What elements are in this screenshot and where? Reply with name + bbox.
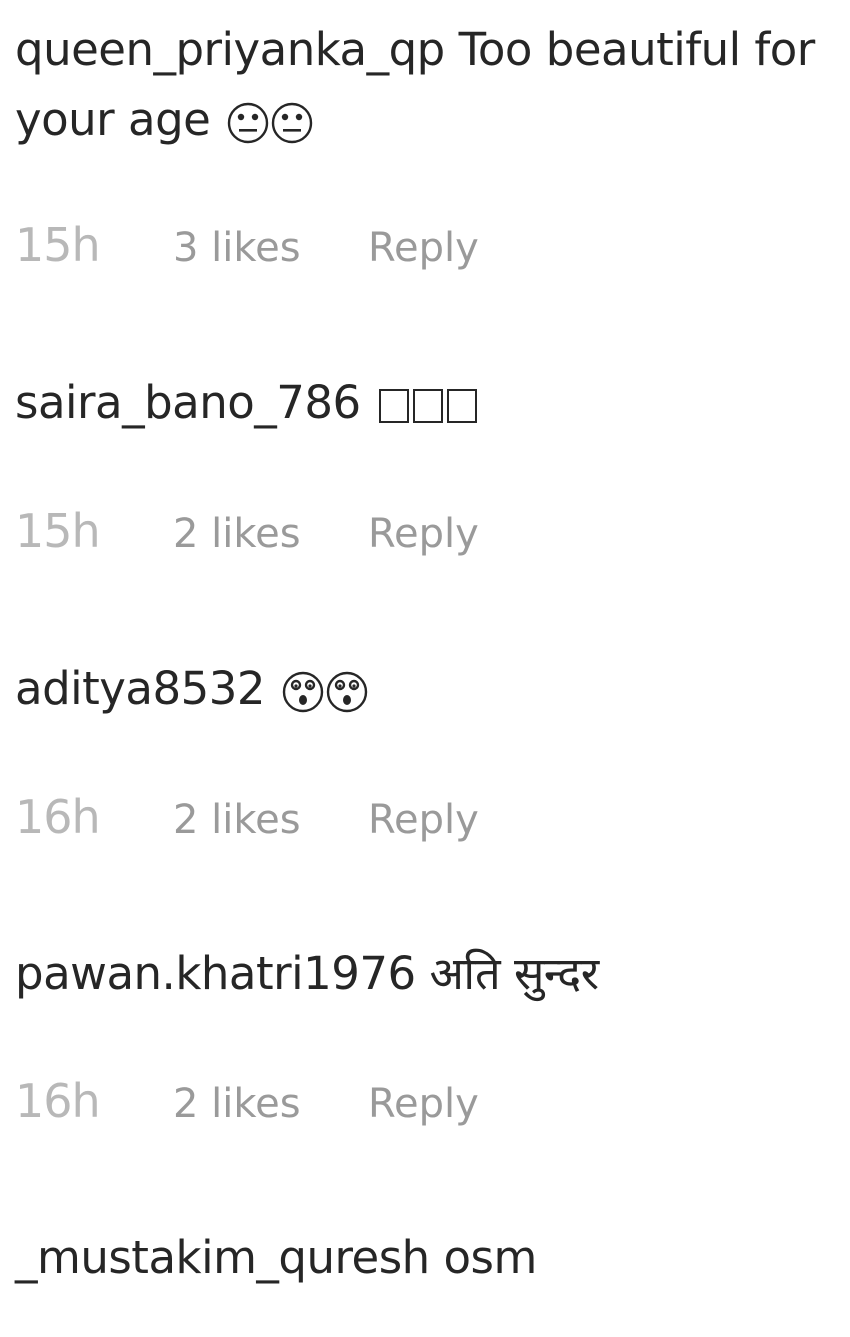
comment-body: _mustakim_quresh osm — [15, 1223, 835, 1293]
reply-button[interactable]: Reply — [368, 1074, 479, 1134]
comment-likes[interactable]: 3 likes — [173, 218, 368, 278]
reply-button[interactable]: Reply — [368, 790, 479, 850]
comment-text: अति सुन्दर — [429, 947, 599, 1000]
comment-item: saira_bano_786 — [15, 368, 835, 438]
comment-username[interactable]: saira_bano_786 — [15, 376, 361, 429]
reply-button[interactable]: Reply — [368, 504, 479, 564]
comment-timestamp[interactable]: 16h — [15, 1071, 173, 1131]
comment-likes[interactable]: 2 likes — [173, 504, 368, 564]
comment-meta: 16h 2 likes Reply — [15, 787, 479, 847]
comment-text: osm — [443, 1231, 537, 1284]
comment-meta: 15h 3 likes Reply — [15, 215, 479, 275]
missing-glyph-icon — [412, 389, 443, 423]
comment-username[interactable]: queen_priyanka_qp — [15, 23, 445, 76]
comment-likes[interactable]: 2 likes — [173, 1074, 368, 1134]
comment-timestamp[interactable]: 15h — [15, 215, 173, 275]
comment-body: saira_bano_786 — [15, 368, 835, 438]
comment-username[interactable]: _mustakim_quresh — [15, 1231, 430, 1284]
reply-button[interactable]: Reply — [368, 218, 479, 278]
missing-glyph-icon — [446, 389, 477, 423]
comment-item: queen_priyanka_qp Too beautiful for your… — [15, 15, 835, 155]
comment-timestamp[interactable]: 16h — [15, 787, 173, 847]
comment-item: pawan.khatri1976 अति सुन्दर — [15, 939, 835, 1009]
missing-glyph-icon — [378, 389, 409, 423]
astonished-face-icon — [281, 670, 373, 714]
comment-meta: 15h 2 likes Reply — [15, 501, 479, 561]
comment-likes[interactable]: 2 likes — [173, 790, 368, 850]
comment-item: _mustakim_quresh osm — [15, 1223, 835, 1293]
comment-item: aditya8532 — [15, 654, 835, 724]
comment-username[interactable]: pawan.khatri1976 — [15, 947, 416, 1000]
comment-body: queen_priyanka_qp Too beautiful for your… — [15, 15, 835, 155]
comment-body: aditya8532 — [15, 654, 835, 724]
rolling-eyes-face-icon — [226, 101, 318, 145]
comment-username[interactable]: aditya8532 — [15, 662, 266, 715]
comment-body: pawan.khatri1976 अति सुन्दर — [15, 939, 835, 1009]
comment-timestamp[interactable]: 15h — [15, 501, 173, 561]
comment-meta: 16h 2 likes Reply — [15, 1071, 479, 1131]
